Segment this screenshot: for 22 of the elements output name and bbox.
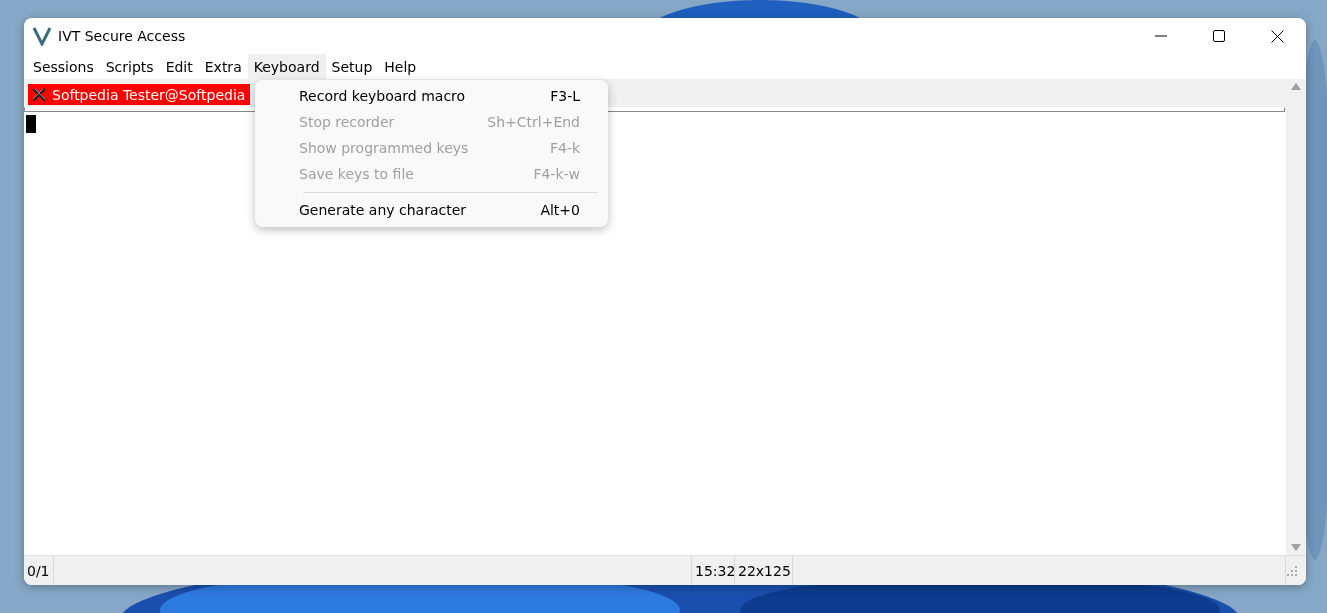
logo-icon [32,26,52,46]
resize-grip-icon [1286,564,1298,577]
close-icon [1270,29,1284,43]
menu-item[interactable]: Extra [198,54,248,79]
text-cursor [26,115,36,133]
status-size: 22x125 [735,556,793,585]
menu-item[interactable]: Edit [159,54,199,79]
status-position: 0/1 [24,556,54,585]
menu-item[interactable]: Sessions [27,54,100,79]
scroll-down-icon[interactable] [1291,544,1301,551]
menu-item[interactable]: Scripts [99,54,160,79]
menu-item[interactable]: Keyboard [247,54,326,79]
window-title: IVT Secure Access [58,28,187,44]
status-time: 15:32 [692,556,735,585]
scroll-up-icon[interactable] [1291,83,1301,90]
menu-item[interactable]: Setup [325,54,379,79]
session-tab[interactable]: Softpedia Tester@Softpedia [28,84,251,105]
dropdown-item[interactable]: Generate any character Alt+0 [255,197,608,223]
maximize-icon [1213,30,1225,42]
dropdown-item[interactable]: Record keyboard macro F3-L [255,83,608,109]
disconnected-icon [32,87,46,102]
menu-item[interactable]: Help [378,54,423,79]
